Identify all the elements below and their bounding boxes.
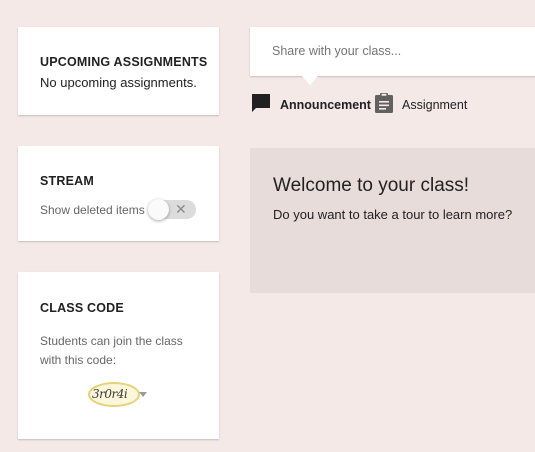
welcome-tour-card[interactable]: Welcome to your class! Do you want to ta…: [250, 148, 535, 293]
welcome-tour-prompt[interactable]: Do you want to take a tour to learn more…: [273, 207, 512, 222]
class-code-value: 3r0r4i: [92, 387, 128, 401]
close-icon: ✕: [175, 201, 187, 217]
assignment-label: Assignment: [402, 98, 468, 112]
share-box[interactable]: [250, 27, 535, 76]
upcoming-assignments-card: UPCOMING ASSIGNMENTS No upcoming assignm…: [18, 27, 219, 115]
class-code-selector[interactable]: 3r0r4i: [88, 382, 168, 410]
comment-icon: [250, 92, 272, 119]
chevron-down-icon[interactable]: [139, 392, 147, 397]
class-code-title: CLASS CODE: [40, 301, 124, 315]
share-input[interactable]: [272, 44, 433, 58]
class-code-description: Students can join the class with this co…: [40, 334, 183, 367]
welcome-title: Welcome to your class!: [273, 175, 470, 196]
stream-card: STREAM Show deleted items ✕: [18, 146, 219, 241]
upcoming-assignments-empty-text: No upcoming assignments.: [40, 75, 197, 90]
show-deleted-items-label: Show deleted items: [40, 203, 145, 217]
assignment-button[interactable]: Assignment: [374, 92, 468, 119]
show-deleted-items-toggle[interactable]: ✕: [148, 199, 196, 220]
stream-title: STREAM: [40, 174, 94, 188]
announcement-button[interactable]: Announcement: [250, 92, 371, 119]
class-code-card: CLASS CODE Students can join the class w…: [18, 272, 219, 439]
announcement-label: Announcement: [280, 98, 371, 112]
toggle-knob[interactable]: [148, 199, 169, 220]
share-box-pointer: [302, 76, 318, 85]
clipboard-icon: [374, 92, 394, 119]
upcoming-assignments-title: UPCOMING ASSIGNMENTS: [40, 55, 208, 69]
